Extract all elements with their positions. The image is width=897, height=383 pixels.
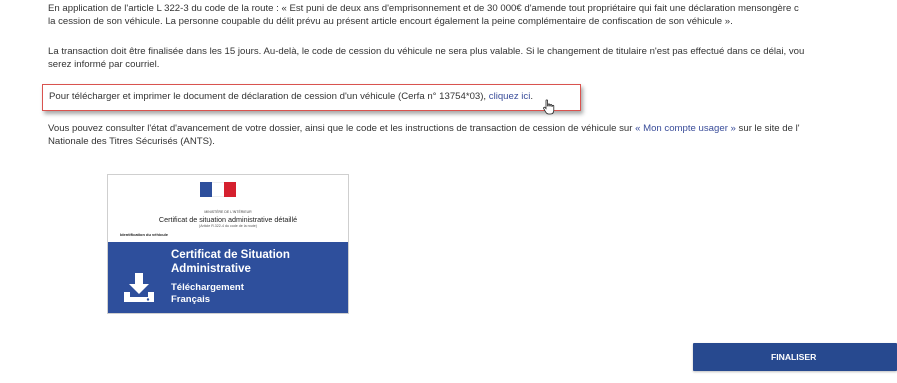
ministere-label: MINISTÈRE DE L'INTÉRIEUR (204, 210, 252, 214)
download-instruction: Pour télécharger et imprimer le document… (49, 91, 489, 102)
hand-pointer-icon (543, 99, 555, 115)
deadline-paragraph: La transaction doit être finalisée dans … (48, 45, 804, 71)
account-line-1: Vous pouvez consulter l'état d'avancemen… (48, 122, 800, 135)
certificat-download-card[interactable]: MINISTÈRE DE L'INTÉRIEUR Certificat de s… (107, 174, 349, 314)
download-callout-text: Pour télécharger et imprimer le document… (49, 91, 533, 102)
account-text-pre: Vous pouvez consulter l'état d'avancemen… (48, 123, 636, 134)
document-title: Certificat de situation administrative d… (158, 215, 298, 224)
penalty-paragraph: En application de l'article L 322-3 du c… (48, 2, 799, 28)
download-banner[interactable]: Certificat de Situation Administrative T… (108, 242, 348, 313)
mon-compte-usager-link[interactable]: « Mon compte usager » (635, 123, 736, 134)
banner-title-line-1: Certificat de Situation (171, 249, 290, 261)
account-paragraph: Vous pouvez consulter l'état d'avancemen… (48, 122, 800, 148)
finaliser-button[interactable]: FINALISER (693, 343, 897, 371)
download-period: . (530, 91, 534, 102)
account-text-post: sur le site de l' (735, 123, 800, 134)
download-callout: Pour télécharger et imprimer le document… (42, 84, 581, 111)
identification-heading: Identification du véhicule (120, 232, 169, 237)
banner-title: Certificat de Situation Administrative (171, 248, 290, 276)
cliquez-ici-link[interactable]: cliquez ici (489, 91, 531, 102)
deadline-line-2: serez informé par courriel. (48, 59, 160, 70)
download-label: Téléchargement Français (171, 282, 244, 306)
penalty-line-1: En application de l'article L 322-3 du c… (48, 3, 799, 14)
download-language: Français (171, 294, 211, 305)
penalty-line-2: la cession de son véhicule. La personne … (48, 16, 733, 27)
banner-title-line-2: Administrative (171, 263, 251, 275)
document-subtitle: (Article R.322-4 du code de la route) (199, 224, 257, 228)
deadline-line-1: La transaction doit être finalisée dans … (48, 46, 805, 57)
account-line-2: Nationale des Titres Sécurisés (ANTS). (48, 136, 215, 147)
republique-francaise-logo (200, 182, 236, 197)
download-icon (124, 273, 154, 302)
download-label-line-1: Téléchargement (171, 282, 244, 293)
